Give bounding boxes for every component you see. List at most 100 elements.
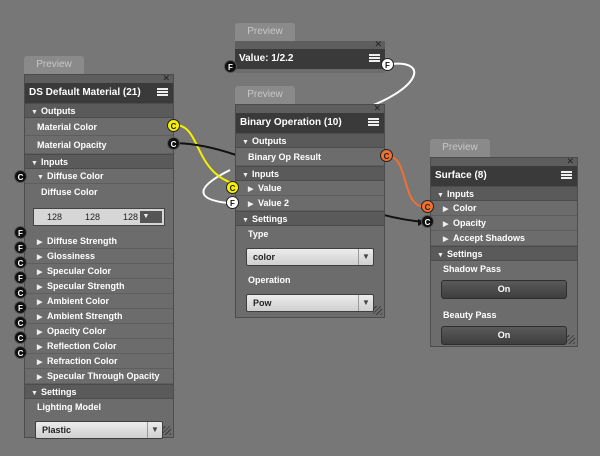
surface-color-input-port[interactable]: C xyxy=(421,200,434,213)
menu-icon[interactable] xyxy=(561,171,572,180)
diffuse-color-input-port[interactable]: C xyxy=(14,170,27,183)
material-input-row[interactable]: ▶ Diffuse Strength xyxy=(25,234,173,249)
value-2-input-port[interactable]: F xyxy=(226,196,239,209)
outputs-section[interactable]: ▼ Outputs xyxy=(236,133,384,148)
value-input-port[interactable]: F xyxy=(224,60,237,73)
resize-grip-icon[interactable] xyxy=(566,335,575,344)
expand-arrow-icon: ▶ xyxy=(37,269,43,276)
material-input-port[interactable]: C xyxy=(14,346,27,359)
menu-icon[interactable] xyxy=(157,88,168,97)
node-title: Surface (8) xyxy=(435,170,487,181)
preview-tab[interactable]: Preview xyxy=(235,23,295,41)
node-title: Value: 1/2.2 xyxy=(239,53,294,64)
material-input-row[interactable]: ▶ Ambient Strength xyxy=(25,309,173,324)
value-node[interactable]: Preview ✕ Value: 1/2.2 xyxy=(235,23,385,73)
output-binary-op-result: Binary Op Result xyxy=(236,148,384,166)
inputs-section[interactable]: ▼ Inputs xyxy=(236,166,384,181)
material-input-row[interactable]: ▶ Specular Strength xyxy=(25,279,173,294)
type-select[interactable]: color ▼ xyxy=(246,248,374,266)
beauty-pass-toggle[interactable]: On xyxy=(441,326,567,345)
operation-label: Operation xyxy=(248,275,291,285)
material-input-row[interactable]: ▶ Opacity Color xyxy=(25,324,173,339)
expand-arrow-icon: ▶ xyxy=(37,374,43,381)
material-input-port[interactable]: F xyxy=(14,241,27,254)
close-icon[interactable]: ✕ xyxy=(373,103,381,113)
material-node[interactable]: Preview ✕ DS Default Material (21) ▼ Outp… xyxy=(24,56,174,439)
input-value[interactable]: ▶ Value xyxy=(236,181,384,196)
material-input-row[interactable]: ▶ Refraction Color xyxy=(25,354,173,369)
material-input-port[interactable]: C xyxy=(14,286,27,299)
input-value-2[interactable]: ▶ Value 2 xyxy=(236,196,384,211)
dropdown-arrow-icon: ▼ xyxy=(358,249,373,265)
expand-arrow-icon: ▶ xyxy=(37,314,43,321)
material-input-row[interactable]: ▶ Glossiness xyxy=(25,249,173,264)
dropdown-arrow-icon: ▼ xyxy=(147,422,162,438)
diffuse-color-field[interactable]: 128 128 128 ▼ xyxy=(33,208,165,226)
shadow-pass-label: Shadow Pass xyxy=(443,264,502,274)
material-input-port[interactable]: C xyxy=(14,331,27,344)
surface-node[interactable]: Preview ✕ Surface (8) ▼ Inputs ▶ Color ▶ Op… xyxy=(430,139,578,347)
close-icon[interactable]: ✕ xyxy=(162,73,170,83)
material-input-row[interactable]: ▶ Ambient Color xyxy=(25,294,173,309)
diffuse-color-label: Diffuse Color xyxy=(41,187,98,197)
material-input-port[interactable]: C xyxy=(14,316,27,329)
material-opacity-output-port[interactable]: C xyxy=(167,137,180,150)
material-color-output-port[interactable]: C xyxy=(167,119,180,132)
material-input-port[interactable]: F xyxy=(14,301,27,314)
color-r: 128 xyxy=(46,212,62,222)
value-output-port[interactable]: F xyxy=(381,58,394,71)
color-b: 128 xyxy=(122,212,138,222)
dropdown-arrow-icon[interactable]: ▼ xyxy=(140,211,162,223)
shadow-pass-toggle[interactable]: On xyxy=(441,280,567,299)
resize-grip-icon[interactable] xyxy=(373,306,382,315)
material-input-row[interactable]: ▶ Reflection Color xyxy=(25,339,173,354)
color-g: 128 xyxy=(84,212,100,222)
inputs-section[interactable]: ▼ Inputs xyxy=(431,186,577,201)
input-diffuse-color[interactable]: ▼ Diffuse Color xyxy=(25,169,173,184)
output-material-color: Material Color xyxy=(25,118,173,136)
expand-arrow-icon: ▶ xyxy=(37,254,43,261)
expand-arrow-icon: ▶ xyxy=(37,239,43,246)
inputs-section[interactable]: ▼ Inputs xyxy=(25,154,173,169)
output-material-opacity: Material Opacity xyxy=(25,136,173,154)
expand-arrow-icon: ▶ xyxy=(37,359,43,366)
dropdown-arrow-icon: ▼ xyxy=(358,295,373,311)
expand-arrow-icon: ▶ xyxy=(248,186,254,193)
preview-tab[interactable]: Preview xyxy=(235,86,295,104)
material-input-row[interactable]: ▶ Specular Through Opacity xyxy=(25,369,173,384)
settings-section[interactable]: ▼ Settings xyxy=(431,246,577,261)
input-opacity[interactable]: ▶ Opacity xyxy=(431,216,577,231)
expand-arrow-icon: ▶ xyxy=(248,201,254,208)
close-icon[interactable]: ✕ xyxy=(374,39,382,49)
value-input-port[interactable]: C xyxy=(226,181,239,194)
preview-tab[interactable]: Preview xyxy=(430,139,490,157)
material-input-port[interactable]: C xyxy=(14,256,27,269)
preview-tab[interactable]: Preview xyxy=(24,56,84,74)
lighting-model-select[interactable]: Plastic ▼ xyxy=(35,421,163,439)
settings-section[interactable]: ▼ Settings xyxy=(236,211,384,226)
expand-arrow-icon: ▶ xyxy=(37,299,43,306)
binary-operation-node[interactable]: Preview ✕ Binary Operation (10) ▼ Outputs… xyxy=(235,86,385,318)
settings-section[interactable]: ▼ Settings xyxy=(25,384,173,399)
close-icon[interactable]: ✕ xyxy=(566,156,574,166)
input-color[interactable]: ▶ Color xyxy=(431,201,577,216)
expand-arrow-icon: ▶ xyxy=(37,329,43,336)
surface-opacity-input-port[interactable]: C xyxy=(421,215,434,228)
expand-arrow-icon: ▶ xyxy=(443,236,449,243)
expand-arrow-icon: ▶ xyxy=(443,221,449,228)
outputs-section[interactable]: ▼ Outputs xyxy=(25,103,173,118)
material-input-port[interactable]: F xyxy=(14,271,27,284)
menu-icon[interactable] xyxy=(369,54,380,63)
input-accept-shadows[interactable]: ▶ Accept Shadows xyxy=(431,231,577,246)
node-title: DS Default Material (21) xyxy=(29,87,141,98)
material-input-port[interactable]: F xyxy=(14,226,27,239)
operation-select[interactable]: Pow ▼ xyxy=(246,294,374,312)
resize-grip-icon[interactable] xyxy=(162,426,171,435)
expand-arrow-icon: ▶ xyxy=(37,284,43,291)
material-input-row[interactable]: ▶ Specular Color xyxy=(25,264,173,279)
expand-arrow-icon: ▶ xyxy=(443,206,449,213)
menu-icon[interactable] xyxy=(368,118,379,127)
binary-op-result-output-port[interactable]: C xyxy=(380,149,393,162)
node-title: Binary Operation (10) xyxy=(240,117,342,128)
wire-binop-to-surface-color xyxy=(386,155,426,208)
